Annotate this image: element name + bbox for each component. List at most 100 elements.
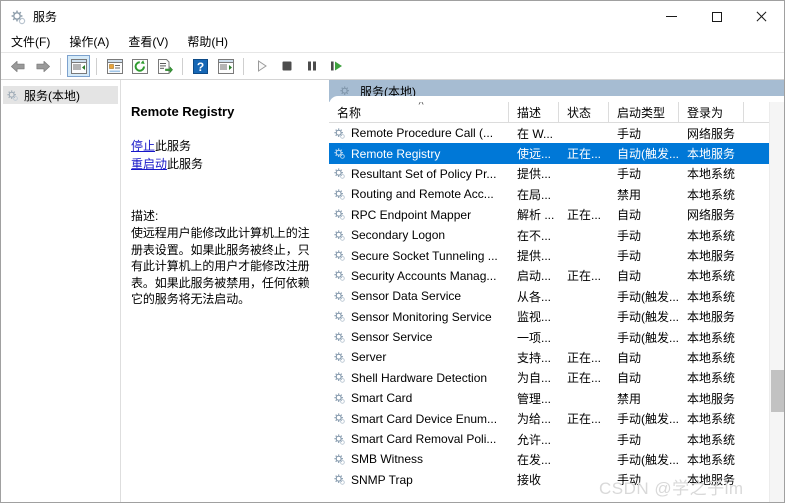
cell-description: 在不...: [517, 228, 552, 243]
title-bar: 服务: [1, 1, 784, 32]
cell-log-on-as: 网络服务: [687, 126, 736, 141]
show-hide-tree-button[interactable]: [67, 55, 90, 77]
table-row[interactable]: Remote Procedure Call (... 在 W... 手动 网络服务: [329, 123, 784, 143]
cell-description: 提供...: [517, 167, 552, 182]
back-button[interactable]: [6, 55, 29, 77]
restart-service-link[interactable]: 重启动: [131, 157, 167, 171]
service-name: RPC Endpoint Mapper: [351, 207, 472, 222]
service-name: Resultant Set of Policy Pr...: [351, 166, 497, 181]
table-row[interactable]: SMB Witness 在发... 手动(触发... 本地系统: [329, 449, 784, 469]
cell-log-on-as: 本地系统: [687, 167, 736, 182]
restart-service-line: 重启动此服务: [131, 155, 320, 173]
cell-log-on-as: 本地服务: [687, 473, 736, 488]
properties-button[interactable]: [103, 55, 126, 77]
column-header-description[interactable]: 描述: [509, 102, 559, 123]
column-header-log-on-as[interactable]: 登录为: [679, 102, 744, 123]
cell-log-on-as: 本地服务: [687, 147, 736, 162]
selected-service-title: Remote Registry: [131, 104, 235, 119]
table-row[interactable]: Resultant Set of Policy Pr... 提供... 手动 本地系统: [329, 164, 784, 184]
cell-log-on-as: 本地系统: [687, 412, 736, 427]
column-header-status[interactable]: 状态: [559, 102, 609, 123]
cell-log-on-as: 本地系统: [687, 432, 736, 447]
table-row[interactable]: RPC Endpoint Mapper 解析 ... 正在... 自动 网络服务: [329, 205, 784, 225]
table-row[interactable]: Smart Card Removal Poli... 允许... 手动 本地系统: [329, 429, 784, 449]
service-name: Sensor Service: [351, 330, 433, 345]
start-service-button[interactable]: [250, 55, 273, 77]
cell-name: Resultant Set of Policy Pr...: [329, 167, 509, 181]
cell-startup-type: 手动: [617, 473, 642, 488]
close-button[interactable]: [739, 1, 784, 32]
refresh-button[interactable]: [128, 55, 151, 77]
cell-name: RPC Endpoint Mapper: [329, 208, 509, 222]
menu-action[interactable]: 操作(A): [60, 33, 118, 52]
cell-description: 使远...: [517, 147, 552, 162]
help-icon: ?: [193, 58, 208, 74]
pause-service-button[interactable]: [300, 55, 323, 77]
table-row[interactable]: Remote Registry 使远... 正在... 自动(触发... 本地服务: [329, 143, 784, 164]
tree-item-label: 服务(本地): [24, 88, 80, 103]
service-row-icon: [333, 310, 346, 323]
export-list-button[interactable]: [153, 55, 176, 77]
table-row[interactable]: Security Accounts Manag... 启动... 正在... 自动 本地…: [329, 266, 784, 286]
service-row-icon: [333, 433, 346, 446]
cell-startup-type: 禁用: [617, 391, 642, 406]
cell-name: SMB Witness: [329, 452, 509, 466]
stop-service-link[interactable]: 停止: [131, 139, 155, 153]
table-row[interactable]: Smart Card Device Enum... 为给... 正在... 手动(触发…: [329, 408, 784, 428]
cell-startup-type: 禁用: [617, 187, 642, 202]
cell-startup-type: 自动: [617, 269, 642, 284]
toolbar-separator: [182, 57, 183, 75]
show-action-pane-button[interactable]: [214, 55, 237, 77]
cell-startup-type: 手动: [617, 167, 642, 182]
service-name: Smart Card: [351, 391, 413, 406]
stop-service-button[interactable]: [275, 55, 298, 77]
svg-text:?: ?: [197, 60, 204, 74]
table-row[interactable]: Sensor Service 一项... 手动(触发... 本地系统: [329, 327, 784, 347]
minimize-button[interactable]: [649, 1, 694, 32]
table-row[interactable]: Server 支持... 正在... 自动 本地系统: [329, 347, 784, 367]
show-action-pane-icon: [217, 58, 234, 74]
services-window: 服务 文件(F) 操作(A) 查看(V) 帮助(H) ? 服务(本地) 服务(本…: [0, 0, 785, 503]
properties-icon: [106, 58, 123, 74]
column-header-name[interactable]: 名称: [329, 102, 509, 123]
forward-button[interactable]: [31, 55, 54, 77]
cell-description: 监视...: [517, 310, 552, 325]
service-name: Smart Card Device Enum...: [351, 411, 498, 426]
table-row[interactable]: Secondary Logon 在不... 手动 本地系统: [329, 225, 784, 245]
list-vertical-scrollbar[interactable]: [769, 102, 784, 502]
scrollbar-thumb[interactable]: [771, 370, 784, 412]
menu-file[interactable]: 文件(F): [2, 33, 59, 52]
menu-view[interactable]: 查看(V): [119, 33, 177, 52]
maximize-button[interactable]: [694, 1, 739, 32]
table-row[interactable]: Sensor Monitoring Service 监视... 手动(触发... 本地…: [329, 307, 784, 327]
back-icon: [10, 60, 24, 72]
cell-name: Smart Card Device Enum...: [329, 412, 509, 426]
service-name: Server: [351, 350, 387, 365]
table-row[interactable]: Secure Socket Tunneling ... 提供... 手动 本地服务: [329, 245, 784, 265]
cell-startup-type: 手动(触发...: [617, 289, 679, 304]
maximize-icon: [711, 11, 722, 22]
table-row[interactable]: Sensor Data Service 从各... 手动(触发... 本地系统: [329, 286, 784, 306]
service-row-icon: [333, 351, 346, 364]
table-row[interactable]: SNMP Trap 接收 手动 本地服务: [329, 470, 784, 490]
service-row-icon: [333, 269, 346, 282]
table-row[interactable]: Routing and Remote Acc... 在局... 禁用 本地系统: [329, 184, 784, 204]
menu-help[interactable]: 帮助(H): [178, 33, 237, 52]
help-button[interactable]: ?: [189, 55, 212, 77]
minimize-icon: [666, 16, 677, 17]
table-row[interactable]: Smart Card 管理... 禁用 本地服务: [329, 388, 784, 408]
pause-icon: [307, 61, 316, 71]
list-header-row: 名称 描述 状态 启动类型 登录为: [329, 102, 784, 123]
cell-log-on-as: 本地服务: [687, 310, 736, 325]
cell-name: Remote Registry: [329, 147, 509, 161]
cell-name: SNMP Trap: [329, 473, 509, 487]
tree-item-services-local[interactable]: 服务(本地): [3, 86, 118, 104]
table-row[interactable]: Shell Hardware Detection 为自... 正在... 自动 本地系统: [329, 368, 784, 388]
list-body: Remote Procedure Call (... 在 W... 手动 网络服务 R…: [329, 123, 784, 502]
cell-log-on-as: 本地系统: [687, 187, 736, 202]
service-name: Secure Socket Tunneling ...: [351, 248, 498, 263]
restart-service-button[interactable]: [325, 55, 348, 77]
cell-name: Sensor Data Service: [329, 289, 509, 303]
cell-status: 正在...: [567, 371, 602, 386]
column-header-startup-type[interactable]: 启动类型: [609, 102, 679, 123]
